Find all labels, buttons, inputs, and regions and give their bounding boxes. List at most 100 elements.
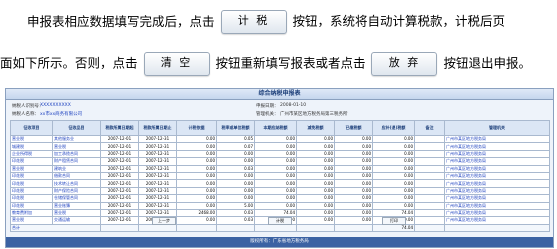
table-cell: 2007-12-01 [100, 134, 139, 144]
table-cell[interactable]: 印花税 [10, 171, 53, 181]
table-row: 印花税 财产保险合同 2007-12-01 2007-12-31 0.00 0.00 0.0… [10, 186, 550, 196]
table-cell: 0.00 [334, 186, 373, 196]
table-cell[interactable]: 营业账簿 [52, 201, 101, 210]
table-cell[interactable]: 营业税 [10, 134, 53, 144]
table-row: 教育费附加 营业税 2007-12-01 2007-12-31 2468.00 0.03 7… [10, 208, 550, 218]
table-cell: 0.00 [372, 157, 415, 166]
table-cell[interactable]: 城建税 [10, 142, 53, 151]
table-cell: 广州市某区地方税务局 [444, 134, 550, 144]
table-cell[interactable]: 财产保险合同 [52, 186, 101, 196]
table-cell: 0.00 [296, 142, 335, 151]
table-cell: 0.00 [372, 194, 415, 203]
table-cell[interactable]: 其他服务业 [52, 134, 101, 144]
table-cell[interactable]: 财产租赁合同 [52, 157, 101, 166]
table-cell: 广州市某区地方税务局 [444, 186, 550, 196]
table-cell: 2007-12-01 [100, 164, 139, 173]
table-cell [414, 171, 445, 181]
table-cell: 广州市某区地方税务局 [444, 208, 550, 218]
table-cell [414, 142, 445, 151]
table-cell: 0.05 [216, 134, 255, 144]
table-cell: 0.00 [254, 164, 297, 173]
table-cell: 0.00 [334, 201, 373, 210]
print-button[interactable]: 打印 [382, 217, 406, 225]
table-cell [414, 179, 445, 188]
table-cell[interactable]: 营业税 [10, 164, 53, 173]
table-cell[interactable]: 加工承揽合同 [52, 149, 101, 159]
table-cell: 0.00 [254, 157, 297, 166]
taxpayer-id-value: XXXXXXXXXX [40, 103, 71, 108]
table-cell[interactable]: 印花税 [10, 186, 53, 196]
taxpayer-name-value: xx市xx商务有限公司 [40, 112, 83, 117]
table-cell[interactable]: 技术转让合同 [52, 179, 101, 188]
table-cell: 0.00 [254, 186, 297, 196]
table-cell: 0.00 [176, 157, 217, 166]
table-cell: 0.00 [216, 186, 255, 196]
instruction-line-1: 申报表相应数据填写完成后，点击 计 税 按钮，系统将自动计算税款，计税后页 [0, 10, 557, 34]
table-cell [216, 223, 255, 233]
table-cell[interactable]: 营业税 [52, 142, 101, 151]
table-cell: 广州市某区地方税务局 [444, 149, 550, 159]
abandon-button[interactable]: 放 弃 [371, 52, 438, 76]
form-calc-button[interactable]: 计税 [268, 217, 292, 225]
table-row: 印花税 营业账簿 2007-12-01 2007-12-31 0.00 5.00 0.00 0… [10, 201, 550, 210]
table-cell [414, 223, 445, 233]
table-cell[interactable]: 印花税 [10, 179, 53, 188]
table-cell: 广州市某区地方税务局 [444, 171, 550, 181]
table-cell: 0.00 [334, 157, 373, 166]
table-cell: 广州市某区地方税务局 [444, 164, 550, 173]
table-cell: 2007-12-31 [138, 179, 177, 188]
table-cell[interactable]: 仓储保管合同 [52, 194, 101, 203]
table-row: 印花税 仓储保管合同 2007-12-01 2007-12-31 0.00 0.00 0.0… [10, 194, 550, 203]
table-cell: 0.00 [254, 142, 297, 151]
table-cell[interactable]: 印花税 [10, 201, 53, 210]
table-cell [254, 223, 297, 233]
table-cell: 0.00 [254, 201, 297, 210]
table-cell[interactable]: 借款合同 [52, 171, 101, 181]
table-cell: 2007-12-01 [100, 142, 139, 151]
table-cell: 2007-12-01 [100, 194, 139, 203]
prev-step-button[interactable]: 上一步 [152, 217, 176, 225]
table-cell [414, 157, 445, 166]
form-button-bar: 上一步 计税 打印 [6, 217, 553, 225]
table-cell: 0.00 [216, 171, 255, 181]
table-cell[interactable]: 建筑业 [52, 164, 101, 173]
total-value: 74.04 [372, 223, 415, 233]
clear-button[interactable]: 清 空 [143, 52, 210, 76]
instruction-text: 按钮退出申报。 [443, 55, 531, 71]
table-cell: 2468.00 [176, 208, 217, 218]
table-cell: 0.00 [254, 194, 297, 203]
table-cell: 0.00 [254, 179, 297, 188]
authority-value: 广州市某区地方税务局第三税务所 [280, 112, 348, 117]
form-title: 综合纳税申报表 [6, 89, 553, 100]
table-cell: 2007-12-31 [138, 194, 177, 203]
table-cell: 2007-12-01 [100, 171, 139, 181]
table-row: 印花税 财产租赁合同 2007-12-01 2007-12-31 0.00 0.00 0.0… [10, 157, 550, 166]
table-cell: 0.00 [296, 149, 335, 159]
table-cell: 0.03 [216, 164, 255, 173]
table-cell: 广州市某区地方税务局 [444, 179, 550, 188]
table-cell: 0.00 [176, 134, 217, 144]
table-cell: 0.00 [296, 186, 335, 196]
table-cell: 0.00 [372, 149, 415, 159]
authority-label: 管理机关： [256, 112, 279, 117]
table-cell: 0.00 [296, 171, 335, 181]
column-header: 税款所属日期止 [138, 120, 177, 136]
table-cell: 0.00 [176, 194, 217, 203]
table-cell[interactable]: 教育费附加 [10, 208, 53, 218]
table-cell: 2007-12-01 [100, 208, 139, 218]
table-cell[interactable]: 企业所得税 [10, 149, 53, 159]
table-cell: 0.00 [216, 194, 255, 203]
table-cell: 0.00 [296, 164, 335, 173]
table-cell: 广州市某区地方税务局 [444, 194, 550, 203]
table-cell: 0.03 [216, 208, 255, 218]
form-footer: 版权所有：广东省地方税务局 [6, 237, 553, 247]
table-cell: 0.00 [254, 134, 297, 144]
table-cell: 广州市某区地方税务局 [444, 142, 550, 151]
table-cell[interactable]: 印花税 [10, 157, 53, 166]
table-cell: 2007-12-31 [138, 201, 177, 210]
tax-table: 征收项目 征收品目 税款所属日期起 税款所属日期止 计税依据 税率或单位税额 本期应纳税额减… [10, 120, 550, 233]
table-cell[interactable]: 印花税 [10, 194, 53, 203]
table-cell: 2007-12-31 [138, 186, 177, 196]
calc-tax-button[interactable]: 计 税 [220, 10, 287, 34]
table-cell[interactable]: 营业税 [52, 208, 101, 218]
